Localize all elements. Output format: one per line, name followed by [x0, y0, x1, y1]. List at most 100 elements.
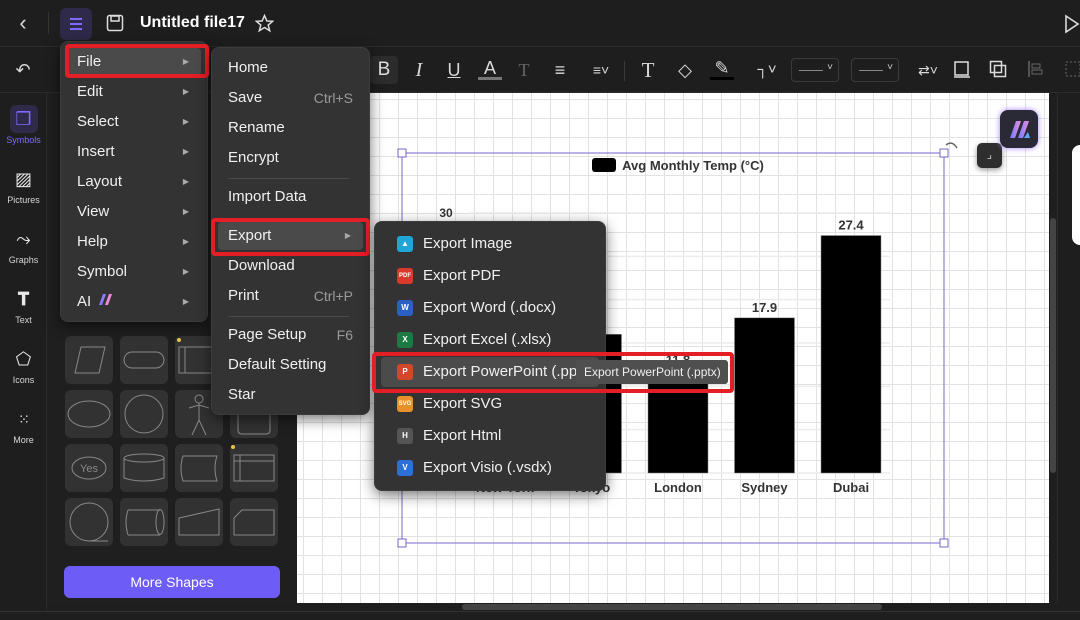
menu-item-import-data[interactable]: Import Data: [218, 183, 363, 211]
menu-item-star[interactable]: Star: [218, 381, 363, 409]
menu-item-edit[interactable]: Edit ▶: [67, 78, 201, 106]
ai-assistant-button[interactable]: [1000, 110, 1038, 148]
title-bar: ‹ Untitled file17: [0, 0, 1080, 47]
picture-icon: ▨: [14, 169, 32, 189]
menu-item-export-visio[interactable]: V Export Visio (.vsdx): [381, 453, 599, 483]
menu-separator: [228, 178, 349, 179]
chevron-right-icon: ▶: [182, 297, 189, 306]
pen-icon[interactable]: ✎: [710, 56, 734, 80]
group-icon[interactable]: [1064, 60, 1080, 78]
menu-item-print[interactable]: Print Ctrl+P: [218, 282, 363, 310]
bring-front-icon[interactable]: [953, 60, 971, 78]
fit-view-button[interactable]: ⌟: [977, 143, 1002, 168]
star-icon[interactable]: [255, 14, 274, 33]
line-spacing-icon[interactable]: ≡˅: [586, 58, 616, 82]
menu-item-export-excel[interactable]: X Export Excel (.xlsx): [381, 325, 599, 355]
menu-item-layout[interactable]: Layout ▶: [67, 168, 201, 196]
italic-button[interactable]: I: [407, 58, 431, 82]
menu-item-ai[interactable]: AI ▶: [67, 288, 201, 316]
shape-stored-data[interactable]: [175, 444, 223, 492]
menu-button[interactable]: [60, 8, 92, 40]
text-tool-button[interactable]: T: [636, 58, 660, 82]
shape-direct-data[interactable]: [120, 498, 168, 546]
menu-item-rename[interactable]: Rename: [218, 114, 363, 142]
fill-icon[interactable]: ◇: [673, 58, 697, 82]
rail-item-symbols[interactable]: ❒ Symbols: [0, 99, 47, 155]
shape-internal-storage-2[interactable]: [230, 444, 278, 492]
menu-item-export-image[interactable]: ▲ Export Image: [381, 229, 599, 259]
menu-item-view[interactable]: View ▶: [67, 198, 201, 226]
rail-item-pictures[interactable]: ▨ Pictures: [0, 159, 47, 215]
bold-button[interactable]: B: [370, 56, 398, 84]
menu-item-default-setting[interactable]: Default Setting: [218, 351, 363, 379]
left-rail: ❒ Symbols ▨ Pictures ⤳ Graphs 𝐓 Text ⬠ I…: [0, 93, 47, 620]
status-bar: [0, 611, 1080, 620]
rail-item-text[interactable]: 𝐓 Text: [0, 279, 47, 335]
rail-item-icons[interactable]: ⬠ Icons: [0, 339, 47, 395]
menu-item-export-word[interactable]: W Export Word (.docx): [381, 293, 599, 323]
menu-item-select[interactable]: Select ▶: [67, 108, 201, 136]
shape-cylinder[interactable]: [120, 444, 168, 492]
align-icon[interactable]: ≡: [548, 58, 572, 82]
back-icon[interactable]: ‹: [11, 11, 35, 35]
menu-item-export-svg[interactable]: SVG Export SVG: [381, 389, 599, 419]
menu-item-page-setup[interactable]: Page Setup F6: [218, 321, 363, 349]
divider: [48, 12, 49, 34]
font-color-button[interactable]: A: [478, 56, 502, 80]
svg-text:Yes: Yes: [80, 463, 98, 475]
horizontal-scrollbar[interactable]: [297, 603, 1049, 611]
chevron-right-icon: ▶: [182, 87, 189, 96]
menu-item-export-html[interactable]: H Export Html: [381, 421, 599, 451]
underline-button[interactable]: U: [442, 58, 466, 82]
shape-card[interactable]: [230, 498, 278, 546]
menu-item-symbol[interactable]: Symbol ▶: [67, 258, 201, 286]
highlight-export: [211, 218, 370, 256]
document-title[interactable]: Untitled file17: [140, 14, 245, 32]
shape-sequential-data[interactable]: [65, 498, 113, 546]
undo-icon[interactable]: ↶: [11, 58, 35, 82]
menu-item-insert[interactable]: Insert ▶: [67, 138, 201, 166]
arrow-style-icon[interactable]: ⇄˅: [913, 58, 943, 82]
save-icon[interactable]: [106, 14, 124, 32]
more-shapes-button[interactable]: More Shapes: [64, 566, 280, 598]
chevron-right-icon: ▶: [182, 267, 189, 276]
word-file-icon: W: [397, 300, 413, 316]
text-icon: 𝐓: [17, 289, 30, 309]
shape-yes-decision[interactable]: Yes: [65, 444, 113, 492]
menu-item-encrypt[interactable]: Encrypt: [218, 144, 363, 172]
shape-circle[interactable]: [120, 390, 168, 438]
shape-ellipse[interactable]: [65, 390, 113, 438]
rail-item-more[interactable]: ⁙ More: [0, 399, 47, 455]
shape-manual-input[interactable]: [175, 498, 223, 546]
graph-icon: ⤳: [16, 229, 31, 249]
play-icon[interactable]: [1064, 14, 1080, 34]
menu-item-help[interactable]: Help ▶: [67, 228, 201, 256]
align-left-icon[interactable]: [1027, 60, 1045, 78]
shape-terminator[interactable]: [120, 336, 168, 384]
panel-card: [1072, 145, 1080, 245]
line-style-dropdown[interactable]: ˅: [791, 58, 839, 82]
rail-item-graphs[interactable]: ⤳ Graphs: [0, 219, 47, 275]
menu-separator: [228, 316, 349, 317]
highlight-file: [65, 44, 209, 78]
vertical-scrollbar[interactable]: [1049, 93, 1057, 603]
shape-parallelogram[interactable]: [65, 336, 113, 384]
text-style-button[interactable]: T: [512, 58, 536, 82]
main-menu: File ▶ Edit ▶ Select ▶ Insert ▶ Layout ▶ View…: [60, 41, 208, 322]
chevron-right-icon: ▶: [182, 147, 189, 156]
menu-item-home[interactable]: Home: [218, 54, 363, 82]
menu-item-save[interactable]: Save Ctrl+S: [218, 84, 363, 112]
visio-file-icon: V: [397, 460, 413, 476]
divider: [624, 61, 625, 81]
connector-icon[interactable]: ┐˅: [752, 58, 782, 82]
pdf-file-icon: PDF: [397, 268, 413, 284]
send-back-icon[interactable]: [989, 60, 1007, 78]
scroll-thumb[interactable]: [462, 604, 882, 610]
menu-item-export-pdf[interactable]: PDF Export PDF: [381, 261, 599, 291]
chevron-right-icon: ▶: [182, 237, 189, 246]
scroll-thumb[interactable]: [1050, 218, 1056, 473]
ai-logo-icon: [1010, 121, 1030, 138]
line-weight-dropdown[interactable]: ˅: [851, 58, 899, 82]
menu-item-download[interactable]: Download: [218, 252, 363, 280]
excel-file-icon: X: [397, 332, 413, 348]
